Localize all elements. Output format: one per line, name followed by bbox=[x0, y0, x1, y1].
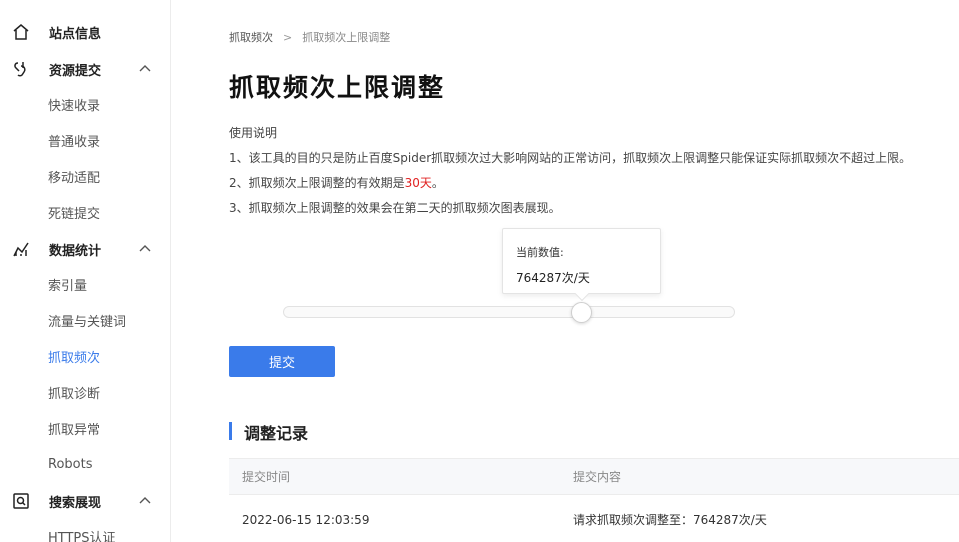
sidebar-item-index-volume[interactable]: 索引量 bbox=[48, 266, 87, 302]
column-header-submit-content: 提交内容 bbox=[573, 470, 622, 484]
records-table: 提交时间 提交内容 2022-06-15 12:03:59 请求抓取频次调整至：… bbox=[229, 458, 959, 542]
validity-period: 30天 bbox=[404, 176, 432, 190]
usage-instructions: 使用说明 1、该工具的目的只是防止百度Spider抓取频次过大影响网站的正常访问… bbox=[229, 121, 911, 221]
sidebar-item-crawl-frequency[interactable]: 抓取频次 bbox=[48, 338, 100, 374]
nav-group-label: 资源提交 bbox=[49, 63, 102, 79]
nav-group-search-display[interactable]: 搜索展现 bbox=[0, 483, 171, 519]
chevron-up-icon[interactable] bbox=[138, 494, 152, 508]
nav-group-data-stats[interactable]: 数据统计 bbox=[0, 231, 171, 267]
nav-group-label: 站点信息 bbox=[49, 26, 102, 42]
chevron-up-icon[interactable] bbox=[138, 242, 152, 256]
nav-group-resource-submit[interactable]: 资源提交 bbox=[0, 51, 171, 87]
slider-value-tooltip: 当前数值: 764287次/天 bbox=[502, 228, 661, 302]
cell-submit-content: 请求抓取频次调整至：764287次/天 bbox=[573, 513, 767, 527]
submit-button[interactable]: 提交 bbox=[229, 346, 335, 377]
sidebar-item-robots[interactable]: Robots bbox=[48, 446, 92, 482]
sidebar-item-mobile-adapt[interactable]: 移动适配 bbox=[48, 158, 100, 194]
nav-group-label: 搜索展现 bbox=[49, 495, 102, 511]
usage-line-2-prefix: 2、抓取频次上限调整的有效期是 bbox=[229, 176, 405, 190]
breadcrumb-separator: > bbox=[283, 30, 293, 44]
chevron-up-icon[interactable] bbox=[138, 62, 152, 76]
tooltip-arrow bbox=[574, 286, 590, 302]
column-header-submit-time: 提交时间 bbox=[242, 470, 291, 484]
page-title: 抓取频次上限调整 bbox=[229, 73, 446, 102]
search-box-icon bbox=[13, 493, 29, 509]
sidebar-item-crawl-errors[interactable]: 抓取异常 bbox=[48, 410, 100, 446]
nav-group-label: 数据统计 bbox=[49, 243, 102, 259]
usage-line-2: 2、抓取频次上限调整的有效期是30天。 bbox=[229, 171, 911, 196]
nav-group-site-info[interactable]: 站点信息 bbox=[0, 14, 171, 50]
sidebar-item-crawl-diagnosis[interactable]: 抓取诊断 bbox=[48, 374, 100, 410]
cell-submit-time: 2022-06-15 12:03:59 bbox=[242, 513, 370, 527]
crawl-limit-slider-handle[interactable] bbox=[571, 302, 592, 323]
tooltip-value: 764287次/天 bbox=[516, 271, 590, 285]
usage-heading: 使用说明 bbox=[229, 126, 278, 140]
sidebar: 站点信息 资源提交 快速收录 普通收录 移动适配 死链提交 数据统计 索引量 流… bbox=[0, 0, 171, 542]
breadcrumb-current: 抓取频次上限调整 bbox=[302, 31, 391, 44]
breadcrumb-parent-link[interactable]: 抓取频次 bbox=[229, 29, 273, 45]
records-section-title: 调整记录 bbox=[229, 420, 308, 444]
table-header: 提交时间 提交内容 bbox=[229, 458, 959, 495]
usage-line-3: 3、抓取频次上限调整的效果会在第二天的抓取频次图表展现。 bbox=[229, 201, 561, 215]
sidebar-item-fast-index[interactable]: 快速收录 bbox=[48, 86, 100, 122]
sidebar-item-normal-index[interactable]: 普通收录 bbox=[48, 122, 100, 158]
table-row: 2022-06-15 12:03:59 请求抓取频次调整至：764287次/天 bbox=[229, 495, 959, 542]
tooltip-label: 当前数值: bbox=[516, 246, 564, 259]
sidebar-item-dead-link[interactable]: 死链提交 bbox=[48, 194, 100, 230]
sidebar-item-https-auth[interactable]: HTTPS认证 bbox=[48, 518, 116, 542]
chart-icon bbox=[13, 242, 29, 257]
breadcrumb: 抓取频次 > 抓取频次上限调整 bbox=[229, 29, 390, 45]
usage-line-1: 1、该工具的目的只是防止百度Spider抓取频次过大影响网站的正常访问，抓取频次… bbox=[229, 151, 912, 165]
link-icon bbox=[14, 62, 26, 77]
usage-line-2-suffix: 。 bbox=[431, 176, 444, 190]
sidebar-item-traffic-keywords[interactable]: 流量与关键词 bbox=[48, 302, 126, 338]
main-content: 抓取频次 > 抓取频次上限调整 抓取频次上限调整 使用说明 1、该工具的目的只是… bbox=[171, 0, 959, 542]
crawl-limit-slider-track[interactable] bbox=[283, 306, 735, 318]
home-icon bbox=[13, 24, 29, 40]
